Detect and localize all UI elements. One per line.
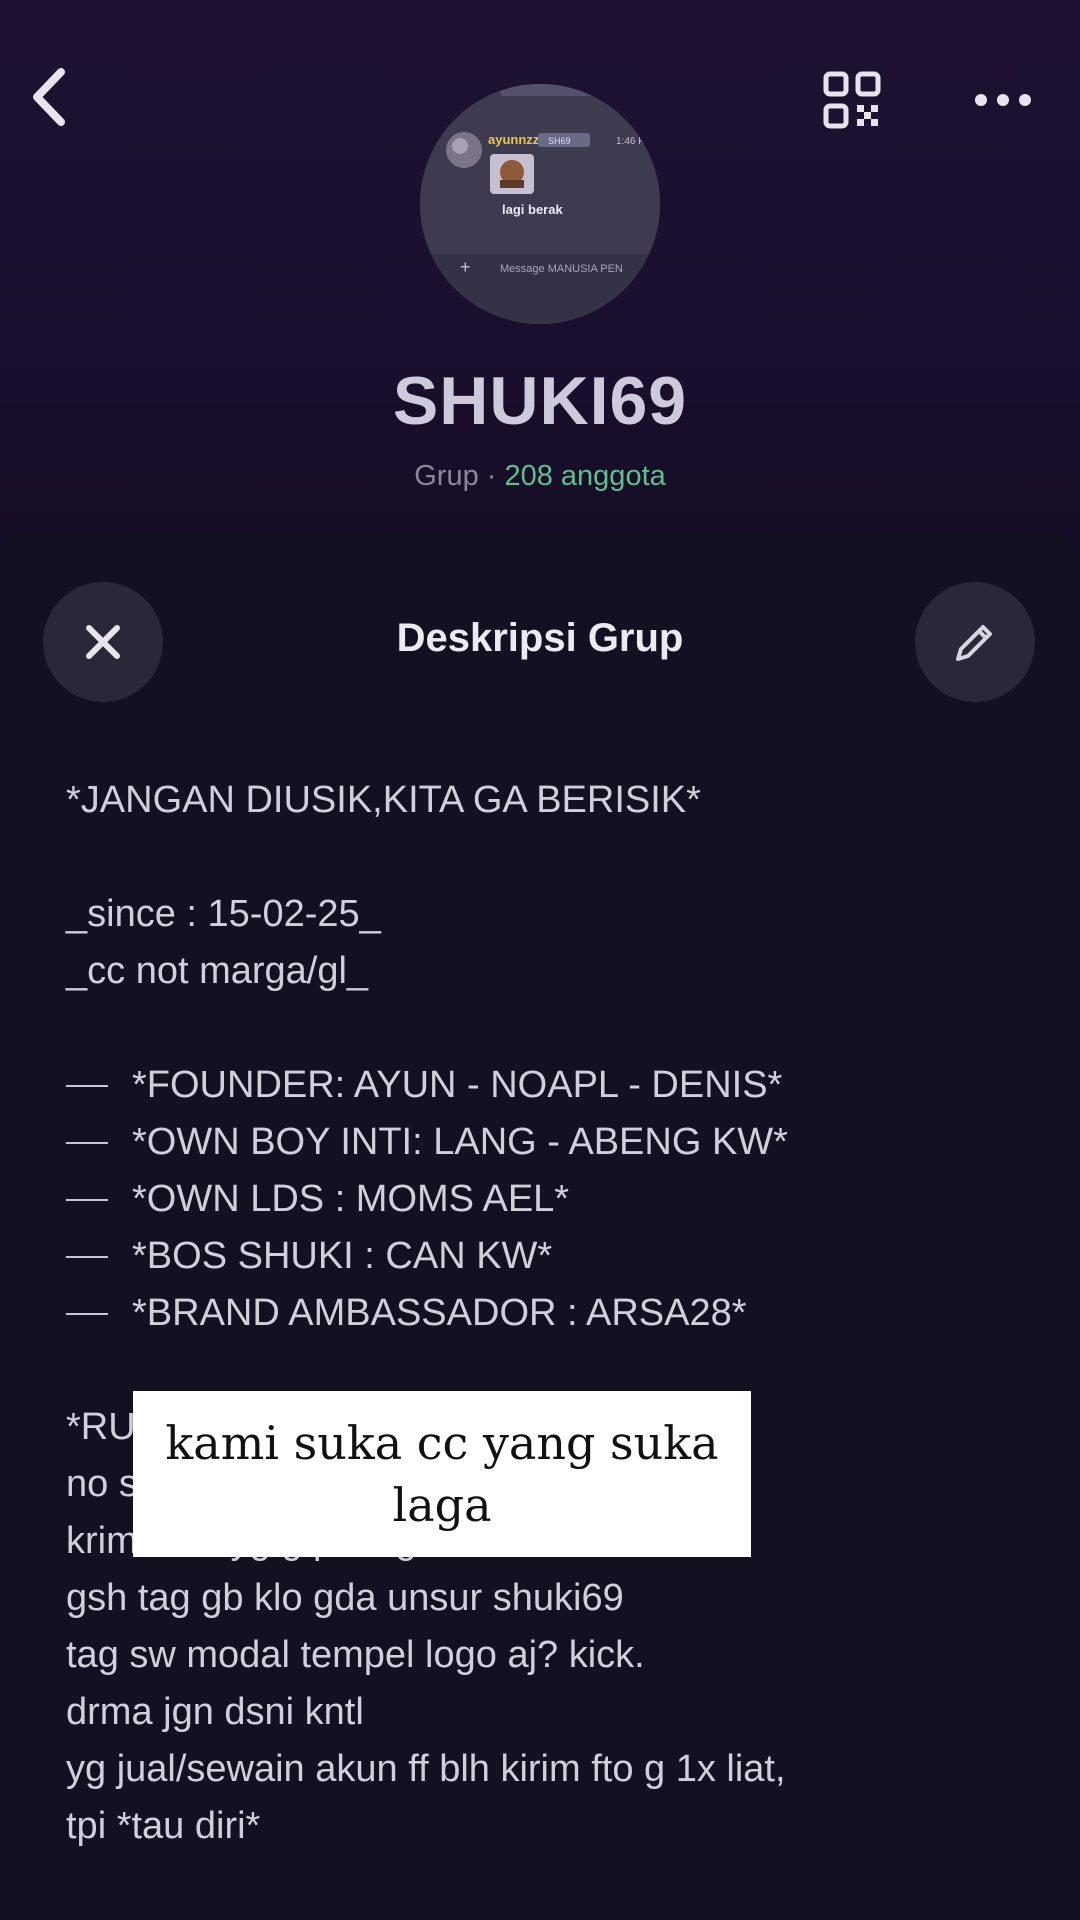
edit-button[interactable] — [915, 582, 1035, 702]
rule-line: yg jual/sewain akun ff blh kirim fto g 1… — [66, 1748, 786, 1790]
role-line: *FOUNDER: AYUN - NOAPL - DENIS* — [66, 1057, 1026, 1114]
avatar-input-placeholder: Message MANUSIA PEN — [500, 263, 623, 275]
group-avatar[interactable]: ayunnzz SH69 1:46 P lagi berak + Message… — [420, 84, 660, 324]
description-since: _since : 15-02-25_ — [66, 893, 381, 935]
avatar-message: lagi berak — [502, 202, 563, 217]
chevron-left-icon — [33, 68, 65, 126]
description-headline: *JANGAN DIUSIK,KITA GA BERISIK* — [66, 779, 701, 821]
role-line: *BRAND AMBASSADOR : ARSA28* — [66, 1285, 1026, 1342]
role-line: *OWN BOY INTI: LANG - ABENG KW* — [66, 1114, 1026, 1171]
rule-line: drma jgn dsni kntl — [66, 1691, 364, 1733]
avatar-badge: SH69 — [548, 136, 571, 146]
avatar-username: ayunnzz — [488, 132, 540, 147]
member-count[interactable]: 208 anggota — [504, 460, 665, 492]
group-type: Grup · — [414, 460, 505, 492]
qr-code-icon — [823, 71, 881, 129]
caption-text: kami suka cc yang suka laga — [165, 1416, 719, 1532]
group-header: ayunnzz SH69 1:46 P lagi berak + Message… — [0, 0, 1080, 560]
qr-code-button[interactable] — [816, 64, 888, 136]
more-options-button[interactable] — [966, 72, 1040, 128]
more-horizontal-icon — [975, 94, 1031, 106]
svg-text:+: + — [460, 257, 471, 277]
description-cc: _cc not marga/gl_ — [66, 950, 369, 992]
avatar-screenshot-image: ayunnzz SH69 1:46 P lagi berak + Message… — [420, 84, 660, 324]
group-name: SHUKI69 — [392, 363, 688, 439]
pencil-icon — [956, 625, 992, 661]
video-caption-overlay: kami suka cc yang suka laga — [133, 1391, 751, 1557]
back-button[interactable] — [14, 62, 84, 132]
group-description: *JANGAN DIUSIK,KITA GA BERISIK* _since :… — [66, 772, 1026, 1855]
role-line: *BOS SHUKI : CAN KW* — [66, 1228, 1026, 1285]
rule-line: tag sw modal tempel logo aj? kick. — [66, 1634, 645, 1676]
rule-line: gsh tag gb klo gda unsur shuki69 — [66, 1577, 624, 1619]
group-meta: Grup · 208 anggota — [0, 460, 1080, 493]
group-description-sheet: Deskripsi Grup *JANGAN DIUSIK,KITA GA BE… — [0, 532, 1080, 1920]
rule-line: tpi *tau diri* — [66, 1805, 261, 1847]
avatar-time: 1:46 P — [616, 136, 645, 147]
role-line: *OWN LDS : MOMS AEL* — [66, 1171, 1026, 1228]
